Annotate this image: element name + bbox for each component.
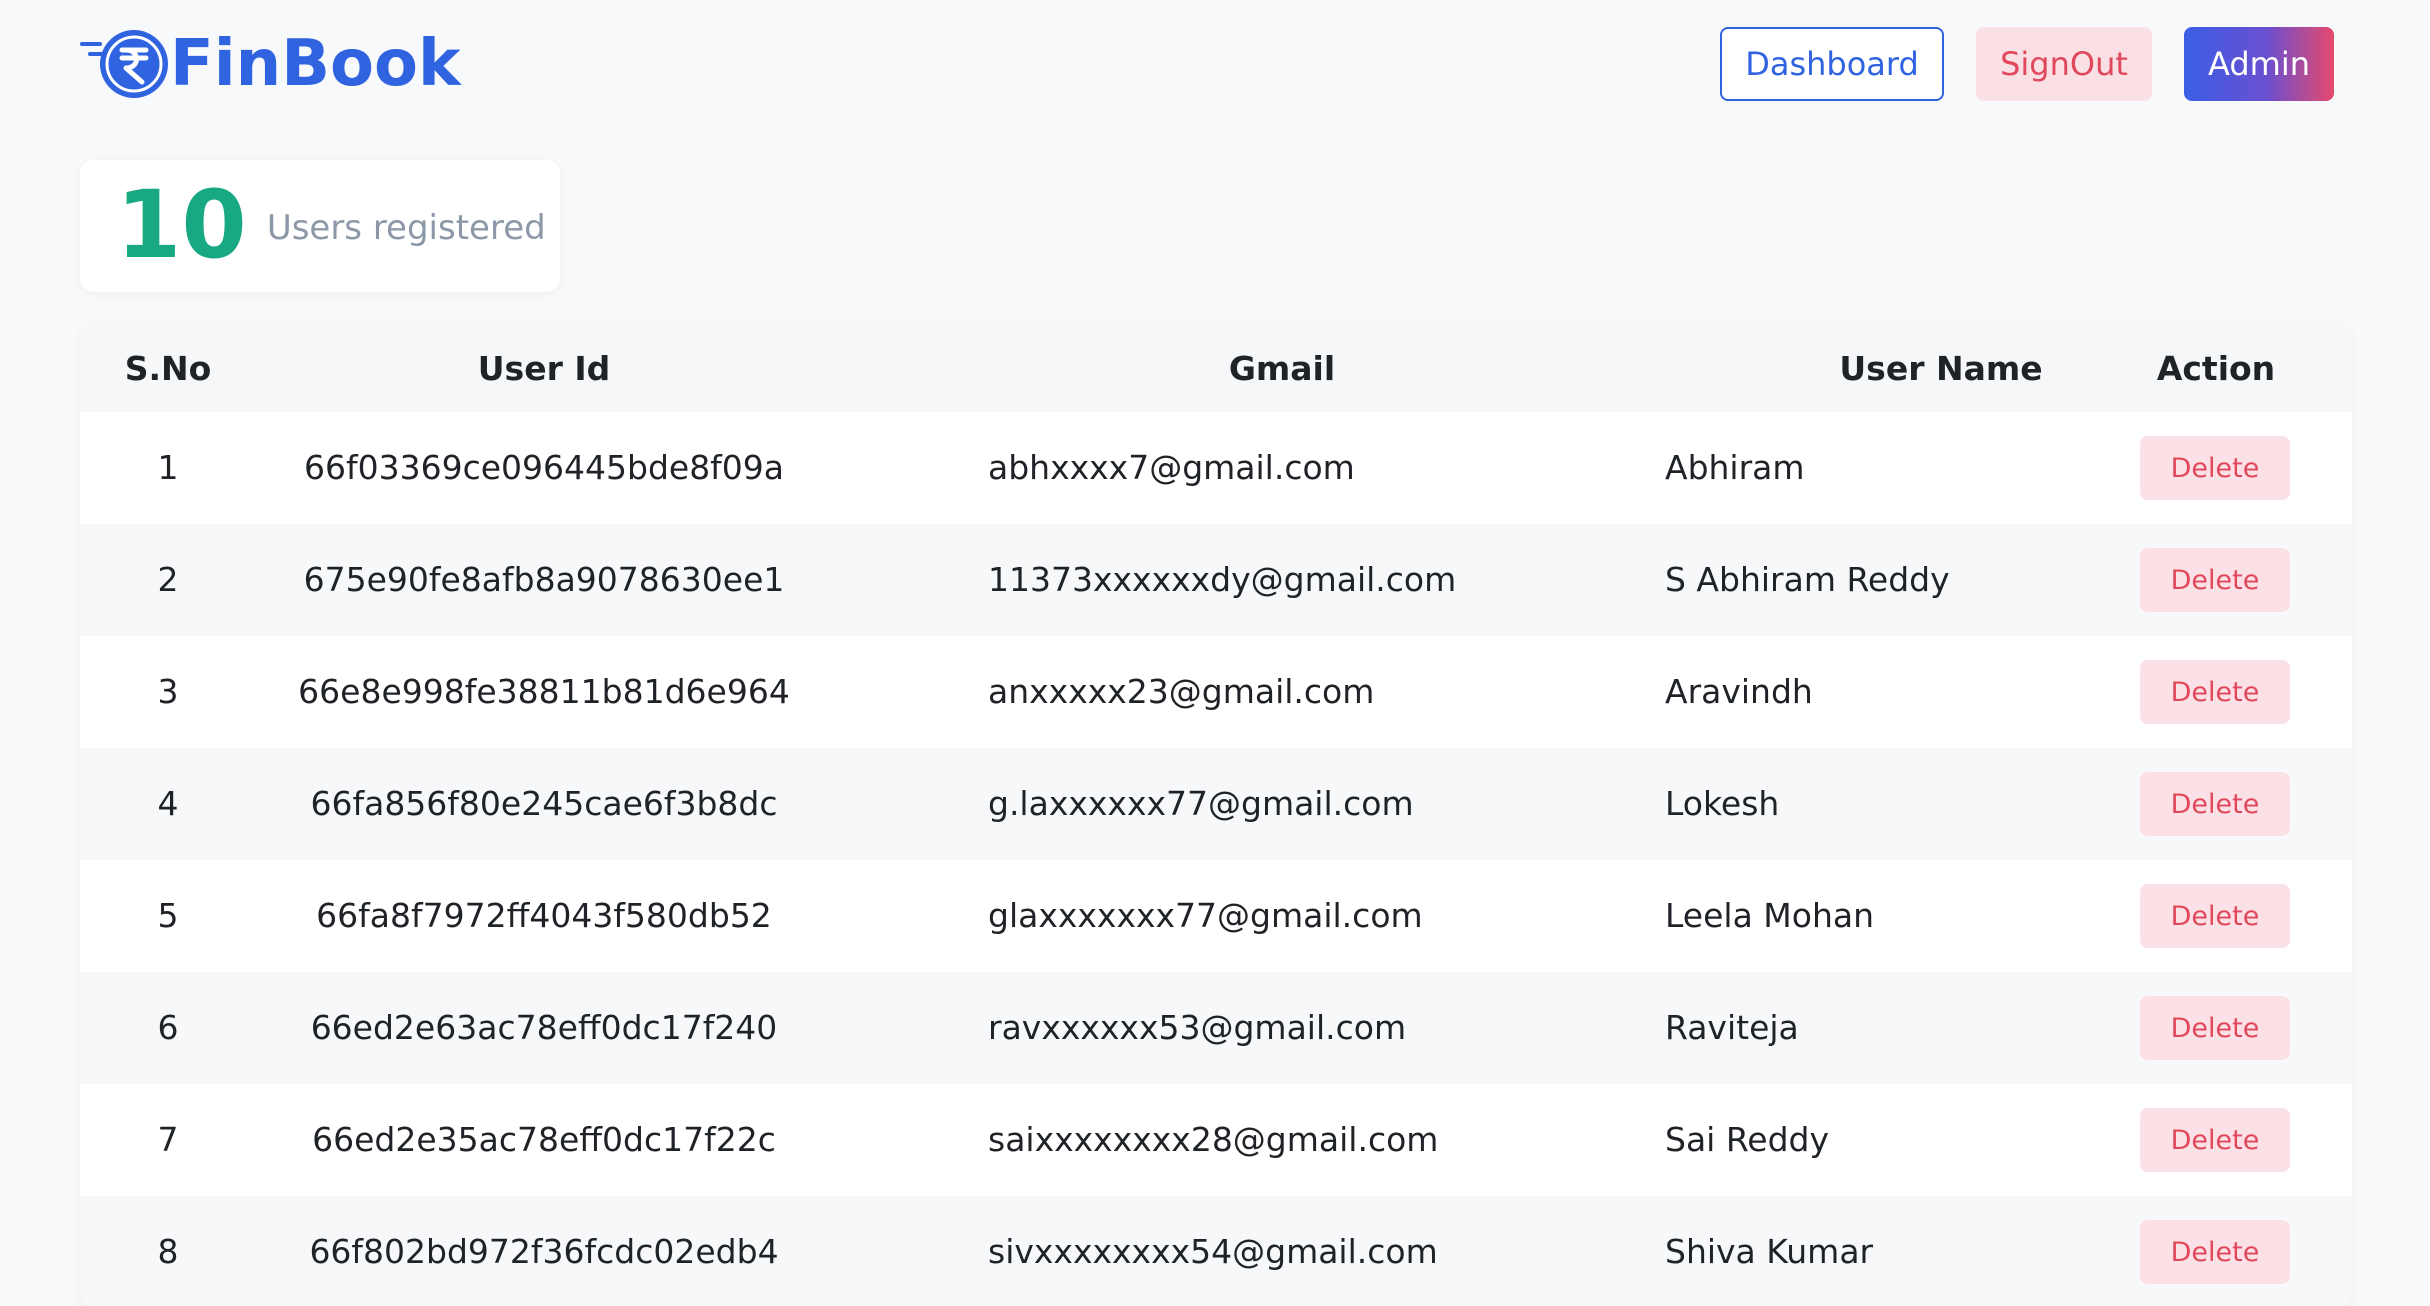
cell-user-name: Abhiram xyxy=(1665,448,1805,487)
cell-user-name: Sai Reddy xyxy=(1665,1120,1830,1159)
table-row: 1 66f03369ce096445bde8f09a abhxxxx7@gmai… xyxy=(80,412,2352,524)
cell-gmail: anxxxxx23@gmail.com xyxy=(988,672,1375,711)
table-header: S.No User Id Gmail User Name Action xyxy=(80,326,2352,412)
cell-sno: 6 xyxy=(157,1008,179,1047)
cell-gmail: g.laxxxxxx77@gmail.com xyxy=(988,784,1414,823)
brand-logo[interactable]: FinBook xyxy=(78,24,461,104)
table-row: 5 66fa8f7972ff4043f580db52 glaxxxxxxx77@… xyxy=(80,860,2352,972)
signout-button[interactable]: SignOut xyxy=(1976,27,2152,101)
cell-gmail: saixxxxxxxx28@gmail.com xyxy=(988,1120,1439,1159)
delete-button[interactable]: Delete xyxy=(2140,548,2290,612)
cell-user-id: 66e8e998fe38811b81d6e964 xyxy=(298,672,790,711)
cell-user-name: Leela Mohan xyxy=(1665,896,1875,935)
admin-button[interactable]: Admin xyxy=(2184,27,2334,101)
cell-user-id: 66f802bd972f36fcdc02edb4 xyxy=(309,1232,779,1271)
delete-button[interactable]: Delete xyxy=(2140,660,2290,724)
table-row: 8 66f802bd972f36fcdc02edb4 sivxxxxxxxx54… xyxy=(80,1196,2352,1306)
cell-user-id: 675e90fe8afb8a9078630ee1 xyxy=(303,560,785,599)
table-row: 2 675e90fe8afb8a9078630ee1 11373xxxxxxdy… xyxy=(80,524,2352,636)
users-count: 10 xyxy=(116,171,247,280)
cell-sno: 2 xyxy=(157,560,179,599)
cell-gmail: glaxxxxxxx77@gmail.com xyxy=(988,896,1423,935)
cell-user-name: Shiva Kumar xyxy=(1665,1232,1874,1271)
brand-name: FinBook xyxy=(170,27,461,101)
cell-sno: 4 xyxy=(157,784,179,823)
cell-user-id: 66f03369ce096445bde8f09a xyxy=(303,448,785,487)
cell-user-id: 66fa8f7972ff4043f580db52 xyxy=(316,896,772,935)
cell-user-name: S Abhiram Reddy xyxy=(1665,560,1950,599)
cell-user-id: 66ed2e35ac78eff0dc17f22c xyxy=(312,1120,776,1159)
cell-sno: 7 xyxy=(157,1120,179,1159)
table-row: 7 66ed2e35ac78eff0dc17f22c saixxxxxxxx28… xyxy=(80,1084,2352,1196)
delete-button[interactable]: Delete xyxy=(2140,772,2290,836)
cell-sno: 3 xyxy=(157,672,179,711)
cell-gmail: abhxxxx7@gmail.com xyxy=(988,448,1355,487)
users-count-card: 10 Users registered xyxy=(80,160,560,292)
users-count-label: Users registered xyxy=(266,208,546,248)
cell-gmail: 11373xxxxxxdy@gmail.com xyxy=(988,560,1457,599)
cell-sno: 8 xyxy=(157,1232,179,1271)
table-row: 3 66e8e998fe38811b81d6e964 anxxxxx23@gma… xyxy=(80,636,2352,748)
cell-user-id: 66fa856f80e245cae6f3b8dc xyxy=(310,784,778,823)
column-header-user-id: User Id xyxy=(477,349,611,388)
rupee-coin-icon xyxy=(78,24,174,104)
cell-user-id: 66ed2e63ac78eff0dc17f240 xyxy=(310,1008,778,1047)
dashboard-button[interactable]: Dashboard xyxy=(1720,27,1944,101)
delete-button[interactable]: Delete xyxy=(2140,436,2290,500)
table-row: 6 66ed2e63ac78eff0dc17f240 ravxxxxxx53@g… xyxy=(80,972,2352,1084)
column-header-sno: S.No xyxy=(124,349,212,388)
cell-sno: 1 xyxy=(157,448,179,487)
cell-gmail: ravxxxxxx53@gmail.com xyxy=(988,1008,1407,1047)
delete-button[interactable]: Delete xyxy=(2140,996,2290,1060)
cell-sno: 5 xyxy=(157,896,179,935)
delete-button[interactable]: Delete xyxy=(2140,1220,2290,1284)
delete-button[interactable]: Delete xyxy=(2140,884,2290,948)
cell-gmail: sivxxxxxxxx54@gmail.com xyxy=(988,1232,1438,1271)
table-row: 4 66fa856f80e245cae6f3b8dc g.laxxxxxx77@… xyxy=(80,748,2352,860)
users-table: S.No User Id Gmail User Name Action 1 66… xyxy=(80,326,2352,1306)
column-header-action: Action xyxy=(2156,349,2276,388)
cell-user-name: Raviteja xyxy=(1665,1008,1799,1047)
cell-user-name: Lokesh xyxy=(1665,784,1780,823)
delete-button[interactable]: Delete xyxy=(2140,1108,2290,1172)
column-header-gmail: Gmail xyxy=(1228,349,1336,388)
cell-user-name: Aravindh xyxy=(1665,672,1813,711)
